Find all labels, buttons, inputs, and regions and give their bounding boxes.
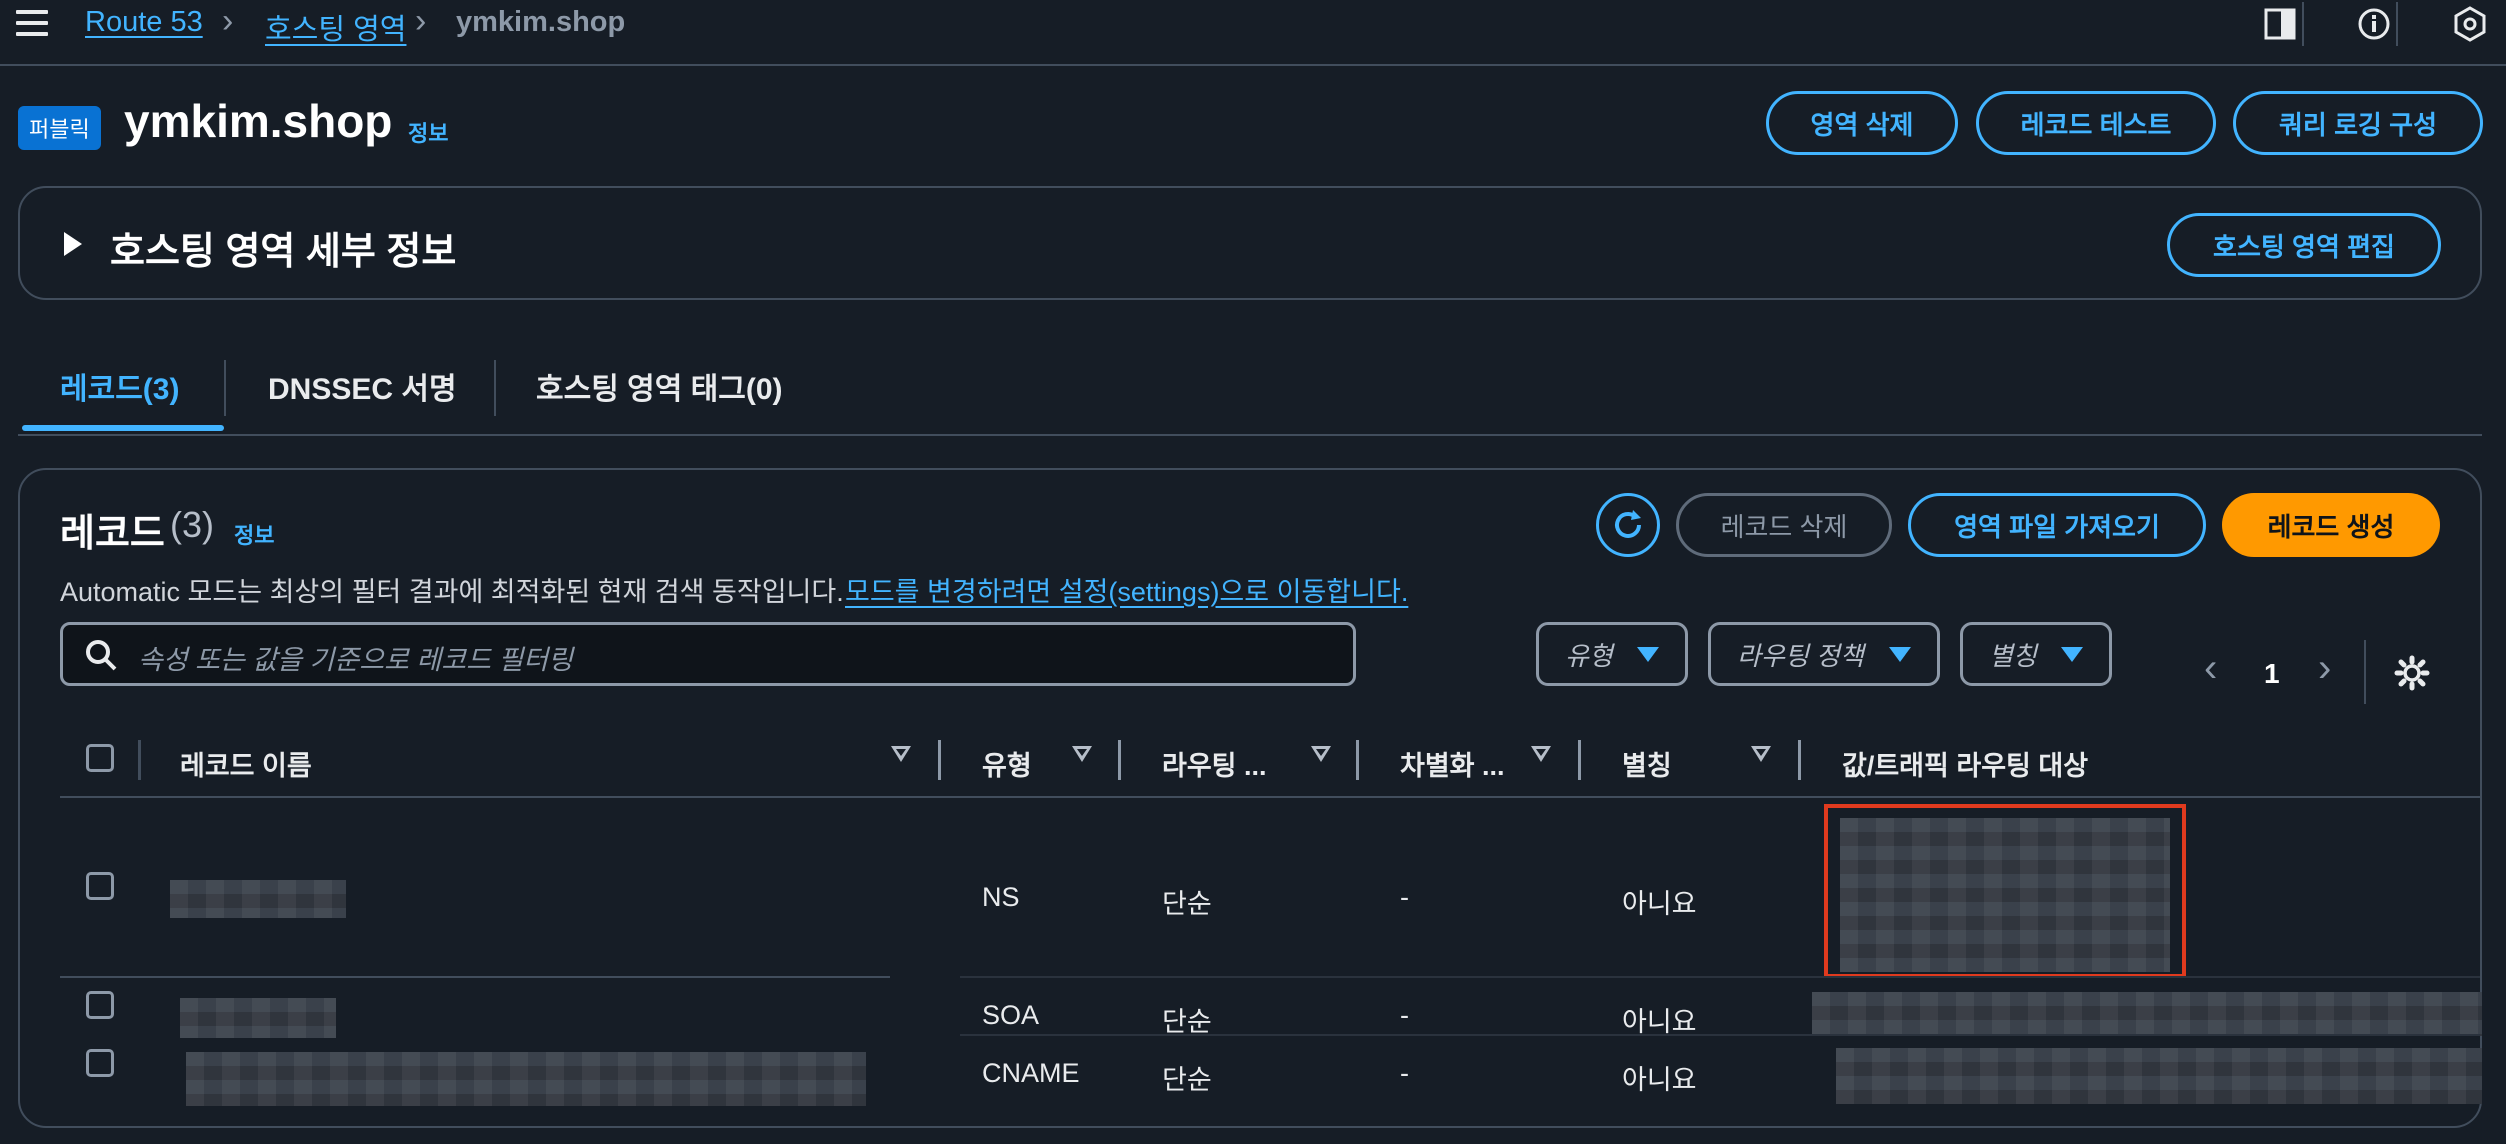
tab-divider [494, 360, 496, 416]
pagination-divider [2364, 640, 2366, 704]
public-badge: 퍼블릭 [18, 106, 101, 150]
delete-zone-button[interactable]: 영역 삭제 [1766, 91, 1958, 155]
redacted-record-name [186, 1052, 866, 1106]
redacted-record-name [180, 998, 336, 1038]
redacted-record-value [1812, 992, 2482, 1036]
row-checkbox[interactable] [86, 872, 114, 900]
row-checkbox[interactable] [86, 991, 114, 1019]
row-differentiator: - [1400, 1058, 1409, 1088]
row-differentiator: - [1400, 1000, 1409, 1030]
info-link[interactable]: 정보 [408, 116, 448, 148]
settings-hex-icon[interactable] [2448, 2, 2492, 46]
select-all-checkbox[interactable] [86, 744, 114, 772]
create-record-button[interactable]: 레코드 생성 [2222, 493, 2440, 557]
menu-icon[interactable] [16, 10, 48, 36]
sort-icon[interactable] [1311, 746, 1331, 762]
chevron-right-icon: › [415, 2, 427, 40]
row-type: SOA [982, 1000, 1040, 1030]
records-title: 레코드 [60, 513, 165, 555]
breadcrumb-current: ymkim.shop [456, 6, 626, 38]
info-circle-icon[interactable] [2352, 2, 2398, 46]
row-type: CNAME [982, 1058, 1080, 1088]
column-header-type[interactable]: 유형 [982, 744, 1032, 783]
records-count: (3) [170, 504, 214, 545]
delete-record-button[interactable]: 레코드 삭제 [1676, 493, 1892, 557]
row-alias: 아니요 [1622, 1065, 1697, 1095]
column-header-record-name[interactable]: 레코드 이름 [180, 744, 312, 783]
previous-page-icon[interactable]: ‹ [2204, 648, 2217, 688]
caret-down-icon [1889, 647, 1911, 662]
column-divider[interactable] [1356, 740, 1359, 780]
tab-active-indicator [22, 425, 224, 431]
column-divider[interactable] [1118, 740, 1121, 780]
row-alias: 아니요 [1622, 889, 1697, 919]
caret-down-icon [2061, 647, 2083, 662]
configure-query-logging-button[interactable]: 쿼리 로깅 구성 [2233, 91, 2483, 155]
info-link[interactable]: 정보 [234, 518, 274, 550]
column-header-routing-policy[interactable]: 라우팅 ... [1162, 744, 1267, 783]
column-header-differentiator[interactable]: 차별화 ... [1400, 744, 1505, 783]
redacted-record-name [170, 880, 346, 918]
test-record-button[interactable]: 레코드 테스트 [1976, 91, 2216, 155]
next-page-icon[interactable]: › [2318, 648, 2331, 688]
type-filter-dropdown[interactable]: 유형 [1536, 622, 1688, 686]
page-number[interactable]: 1 [2264, 658, 2280, 690]
breadcrumb-hosted-zones[interactable]: 호스팅 영역 [265, 6, 406, 48]
tab-records[interactable]: 레코드(3) [60, 364, 179, 408]
sort-icon[interactable] [1072, 746, 1092, 762]
row-routing-policy: 단순 [1162, 1065, 1212, 1095]
column-header-alias[interactable]: 별칭 [1622, 744, 1672, 783]
column-header-value[interactable]: 값/트래픽 라우팅 대상 [1842, 744, 2088, 783]
change-mode-link[interactable]: 모드를 변경하려면 설정(settings)으로 이동합니다. [845, 570, 1408, 609]
row-routing-policy: 단순 [1162, 889, 1212, 919]
routing-policy-filter-dropdown[interactable]: 라우팅 정책 [1708, 622, 1940, 686]
refresh-icon[interactable] [1596, 493, 1660, 557]
filter-placeholder: 속성 또는 값을 기준으로 레코드 필터링 [138, 645, 573, 675]
caret-right-icon[interactable] [64, 232, 82, 256]
details-title[interactable]: 호스팅 영역 세부 정보 [110, 220, 456, 275]
gear-icon[interactable] [2394, 655, 2430, 696]
tab-tags[interactable]: 호스팅 영역 태그(0) [536, 364, 783, 408]
row-checkbox[interactable] [86, 1049, 114, 1077]
panel-toggle-icon[interactable] [2258, 2, 2304, 46]
alias-filter-dropdown[interactable]: 별칭 [1960, 622, 2112, 686]
search-icon [84, 638, 118, 677]
tabs-divider [18, 434, 2482, 436]
sort-icon[interactable] [1531, 746, 1551, 762]
column-divider[interactable] [1578, 740, 1581, 780]
tab-dnssec[interactable]: DNSSEC 서명 [268, 364, 457, 408]
tab-divider [224, 360, 226, 416]
column-divider[interactable] [938, 740, 941, 780]
sort-icon[interactable] [1751, 746, 1771, 762]
caret-down-icon [1637, 647, 1659, 662]
edit-hosted-zone-button[interactable]: 호스팅 영역 편집 [2167, 213, 2441, 277]
row-differentiator: - [1400, 882, 1409, 912]
highlight-box [1824, 804, 2186, 978]
page-title: ymkim.shop [124, 95, 393, 147]
column-divider [138, 740, 141, 780]
column-divider[interactable] [1798, 740, 1801, 780]
row-type: NS [982, 882, 1020, 912]
import-zone-file-button[interactable]: 영역 파일 가져오기 [1908, 493, 2206, 557]
sort-icon[interactable] [891, 746, 911, 762]
redacted-record-value [1836, 1048, 2482, 1104]
search-mode-notice: Automatic 모드는 최상의 필터 결과에 최적화된 현재 검색 동작입니… [60, 577, 844, 607]
chevron-right-icon: › [222, 2, 234, 40]
breadcrumb-route53[interactable]: Route 53 [85, 6, 203, 39]
